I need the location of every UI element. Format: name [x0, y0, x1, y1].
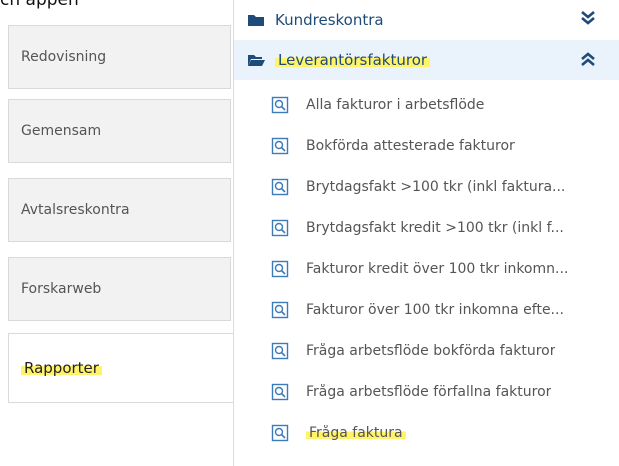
report-search-icon: [271, 178, 289, 195]
report-item[interactable]: Alla fakturor i arbetsflöde: [234, 84, 619, 125]
report-item-label: Fråga faktura: [306, 424, 406, 441]
folder-closed-icon: [248, 15, 264, 26]
chevron-double-up-icon[interactable]: [579, 52, 597, 68]
tab-label: Avtalsreskontra: [21, 202, 130, 218]
report-search-icon: [271, 260, 289, 277]
tab-forskarweb[interactable]: Forskarweb: [8, 257, 231, 321]
group-label: Leverantörsfakturor: [275, 51, 431, 69]
report-item-label: Fakturor kredit över 100 tkr inkomn...: [306, 260, 569, 277]
report-item-label: Fakturor över 100 tkr inkomna efte...: [306, 301, 564, 318]
report-item[interactable]: Bokförda attesterade fakturor: [234, 125, 619, 166]
report-item-label: Alla fakturor i arbetsflöde: [306, 96, 485, 113]
tab-label: Gemensam: [21, 123, 102, 139]
report-search-icon: [271, 383, 289, 400]
group-leverantorsfakturor[interactable]: Leverantörsfakturor: [234, 40, 619, 80]
report-item-label: Bokförda attesterade fakturor: [306, 137, 515, 154]
tab-rapporter[interactable]: Rapporter: [8, 333, 234, 403]
report-item-label: Fråga arbetsflöde bokförda fakturor: [306, 342, 556, 359]
report-item-label: Brytdagsfakt >100 tkr (inkl faktura...: [306, 178, 566, 195]
report-search-icon: [271, 96, 289, 113]
tab-redovisning[interactable]: Redovisning: [8, 25, 231, 89]
report-item[interactable]: Fråga faktura: [234, 412, 619, 453]
report-tree: Kundreskontra Leverantörsfakturor Alla f…: [234, 0, 619, 466]
report-item[interactable]: Brytdagsfakt kredit >100 tkr (inkl f...: [234, 207, 619, 248]
group-kundreskontra[interactable]: Kundreskontra: [234, 0, 619, 40]
report-item-label: Brytdagsfakt kredit >100 tkr (inkl f...: [306, 219, 564, 236]
chevron-double-down-icon[interactable]: [579, 10, 597, 26]
tab-avtalsreskontra[interactable]: Avtalsreskontra: [8, 178, 231, 242]
report-list: Alla fakturor i arbetsflöde Bokförda att…: [234, 84, 619, 453]
left-tab-panel: Redovisning Gemensam Avtalsreskontra For…: [0, 0, 234, 466]
report-search-icon: [271, 424, 289, 441]
report-search-icon: [271, 137, 289, 154]
tab-label: Redovisning: [21, 49, 107, 65]
report-item[interactable]: Fakturor kredit över 100 tkr inkomn...: [234, 248, 619, 289]
report-navigator: ch appen Redovisning Gemensam Avtalsresk…: [0, 0, 619, 466]
report-item[interactable]: Fakturor över 100 tkr inkomna efte...: [234, 289, 619, 330]
tab-label: Forskarweb: [21, 281, 102, 297]
report-item-label: Fråga arbetsflöde förfallna fakturor: [306, 383, 552, 400]
report-search-icon: [271, 219, 289, 236]
tab-label: Rapporter: [21, 359, 102, 377]
report-search-icon: [271, 301, 289, 318]
tab-gemensam[interactable]: Gemensam: [8, 99, 231, 163]
report-item[interactable]: Brytdagsfakt >100 tkr (inkl faktura...: [234, 166, 619, 207]
report-item[interactable]: Fråga arbetsflöde förfallna fakturor: [234, 371, 619, 412]
group-label: Kundreskontra: [275, 11, 384, 29]
report-item[interactable]: Fråga arbetsflöde bokförda fakturor: [234, 330, 619, 371]
folder-open-icon: [248, 55, 265, 66]
report-search-icon: [271, 342, 289, 359]
